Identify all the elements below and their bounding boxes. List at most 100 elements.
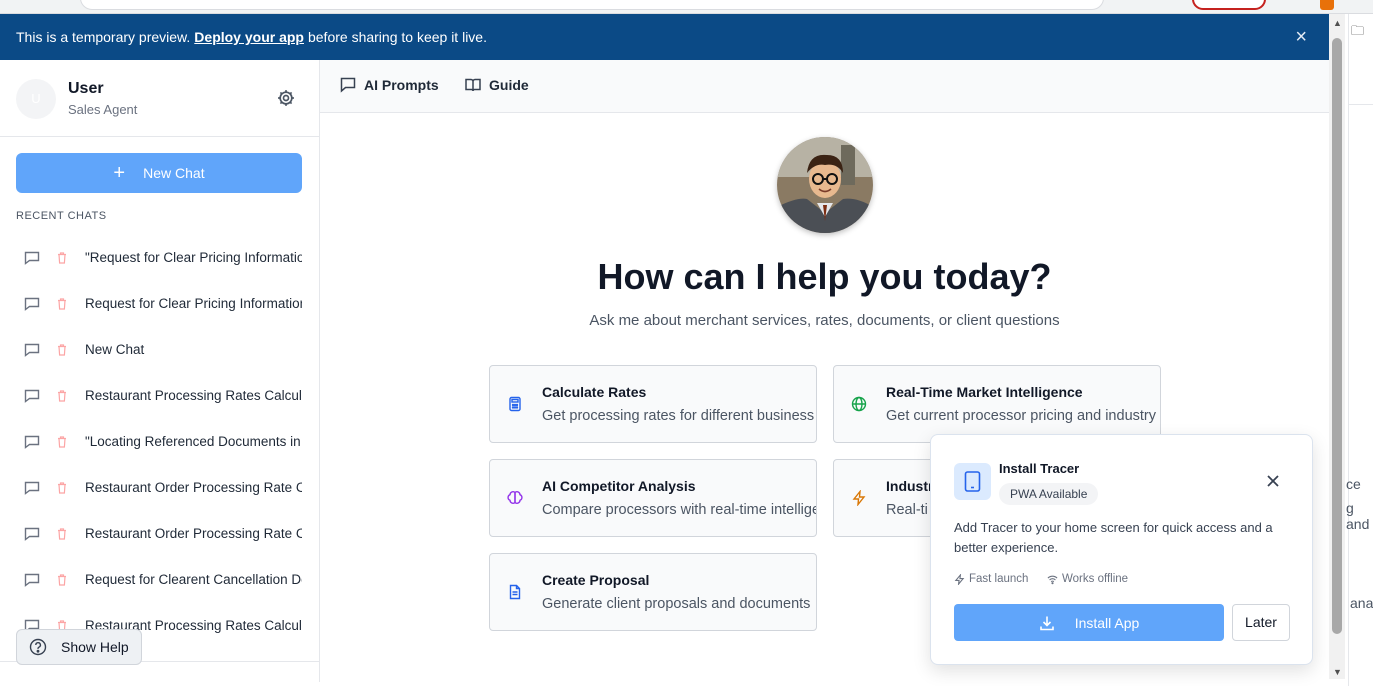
install-app-popup: Install Tracer PWA Available Add Tracer … bbox=[930, 434, 1313, 665]
phone-icon bbox=[964, 471, 981, 492]
nav-guide[interactable]: Guide bbox=[465, 77, 529, 93]
card-description: Real-ti bbox=[886, 502, 928, 518]
card-title: Real-Time Market Intelligence bbox=[886, 384, 1083, 400]
calculate-rates-card[interactable]: Calculate Rates Get processing rates for… bbox=[489, 365, 817, 443]
nav-guide-label: Guide bbox=[489, 77, 529, 93]
lightning-icon bbox=[852, 490, 866, 506]
chat-title: "Locating Referenced Documents in bbox=[85, 434, 301, 449]
extension-icon[interactable] bbox=[1320, 0, 1334, 10]
chat-title: "Request for Clear Pricing Information" bbox=[85, 250, 302, 265]
hidden-card-fragment: ce bbox=[1346, 476, 1361, 492]
banner-text-after: before sharing to keep it live. bbox=[307, 29, 487, 45]
competitor-analysis-card[interactable]: AI Competitor Analysis Compare processor… bbox=[489, 459, 817, 537]
folder-icon: 🗀 bbox=[1351, 23, 1365, 38]
browser-toolbar bbox=[0, 0, 1373, 14]
close-icon[interactable]: × bbox=[1295, 26, 1307, 49]
install-title: Install Tracer bbox=[999, 461, 1080, 476]
adjacent-window-edge: 🗀 bbox=[1348, 14, 1373, 686]
card-title: Create Proposal bbox=[542, 572, 650, 588]
trash-icon[interactable] bbox=[57, 344, 67, 356]
chat-list-item[interactable]: Request for Clearent Cancellation Docume… bbox=[0, 560, 319, 600]
chat-list-item[interactable]: Request for Clear Pricing Information bbox=[0, 284, 319, 324]
avatar: U bbox=[16, 79, 56, 119]
chat-list-item[interactable]: "Locating Referenced Documents in bbox=[0, 422, 319, 462]
chat-title: Request for Clear Pricing Information bbox=[85, 296, 302, 311]
pwa-badge: PWA Available bbox=[999, 483, 1099, 505]
user-role: Sales Agent bbox=[68, 102, 138, 117]
show-help-label: Show Help bbox=[61, 639, 129, 655]
sidebar: U User Sales Agent + New Chat RECENT CHA… bbox=[0, 60, 320, 682]
deploy-app-link[interactable]: Deploy your app bbox=[194, 29, 304, 45]
brain-icon bbox=[507, 491, 523, 504]
scrollbar-thumb[interactable] bbox=[1332, 38, 1342, 634]
preview-banner: This is a temporary preview. Deploy your… bbox=[0, 14, 1329, 60]
chat-title: Restaurant Processing Rates Calculation bbox=[85, 388, 302, 403]
install-app-label: Install App bbox=[1074, 614, 1140, 631]
chat-title: Restaurant Order Processing Rate Calcula… bbox=[85, 526, 302, 541]
market-intelligence-card[interactable]: Real-Time Market Intelligence Get curren… bbox=[833, 365, 1161, 443]
scroll-down-icon[interactable]: ▼ bbox=[1333, 667, 1342, 677]
chat-title: Request for Clearent Cancellation Docume… bbox=[85, 572, 302, 587]
recent-chats-heading: RECENT CHATS bbox=[16, 210, 107, 222]
gear-icon[interactable] bbox=[276, 88, 296, 108]
assistant-portrait-image bbox=[777, 137, 873, 233]
chat-list-item[interactable]: Restaurant Order Processing Rate Calcula… bbox=[0, 468, 319, 508]
chat-list-item[interactable]: Restaurant Order Processing Rate Calcula… bbox=[0, 514, 319, 554]
chat-bubble-icon bbox=[24, 527, 40, 541]
chat-bubble-icon bbox=[24, 297, 40, 311]
scroll-up-icon[interactable]: ▲ bbox=[1333, 18, 1342, 28]
nav-ai-prompts[interactable]: AI Prompts bbox=[340, 77, 439, 93]
trash-icon[interactable] bbox=[57, 574, 67, 586]
browser-profile-button[interactable] bbox=[1192, 0, 1266, 10]
address-bar[interactable] bbox=[80, 0, 1104, 10]
create-proposal-card[interactable]: Create Proposal Generate client proposal… bbox=[489, 553, 817, 631]
later-button[interactable]: Later bbox=[1232, 604, 1290, 641]
card-description: Generate client proposals and documents bbox=[542, 596, 811, 612]
chat-list-item[interactable]: "Request for Clear Pricing Information" bbox=[0, 238, 319, 278]
chat-bubble-icon bbox=[24, 481, 40, 495]
page-scrollbar[interactable]: ▲ ▼ bbox=[1329, 14, 1345, 679]
chat-list-item[interactable]: Restaurant Processing Rates Calculation bbox=[0, 376, 319, 416]
user-name: User bbox=[68, 80, 104, 97]
trash-icon[interactable] bbox=[57, 528, 67, 540]
card-description: Get current processor pricing and indust… bbox=[886, 408, 1160, 424]
new-chat-button[interactable]: + New Chat bbox=[16, 153, 302, 193]
card-title: Calculate Rates bbox=[542, 384, 647, 400]
feature-works-offline: Works offline bbox=[1047, 573, 1128, 585]
banner-text: This is a temporary preview. bbox=[16, 29, 191, 45]
divider bbox=[1349, 104, 1373, 105]
chat-bubble-icon bbox=[24, 389, 40, 403]
lightning-icon bbox=[954, 573, 965, 585]
feature-label: Works offline bbox=[1062, 573, 1129, 585]
phone-icon-container bbox=[954, 463, 991, 500]
trash-icon[interactable] bbox=[57, 252, 67, 264]
chat-bubble-icon bbox=[24, 573, 40, 587]
download-icon bbox=[1039, 616, 1054, 630]
nav-ai-prompts-label: AI Prompts bbox=[364, 77, 439, 93]
calculator-icon bbox=[509, 396, 521, 412]
book-icon bbox=[465, 78, 481, 92]
chat-bubble-icon bbox=[24, 343, 40, 357]
feature-label: Fast launch bbox=[969, 573, 1029, 585]
new-chat-label: New Chat bbox=[143, 165, 205, 181]
trash-icon[interactable] bbox=[57, 436, 67, 448]
chat-bubble-icon bbox=[24, 435, 40, 449]
page-subtitle: Ask me about merchant services, rates, d… bbox=[589, 312, 1060, 329]
install-app-button[interactable]: Install App bbox=[954, 604, 1224, 641]
card-title: AI Competitor Analysis bbox=[542, 478, 696, 494]
chat-list-item[interactable]: New Chat bbox=[0, 330, 319, 370]
hidden-card-fragment: g and bbox=[1346, 500, 1370, 532]
chat-bubble-icon bbox=[24, 251, 40, 265]
close-icon[interactable] bbox=[1265, 473, 1281, 489]
chat-bubble-icon bbox=[340, 77, 356, 93]
trash-icon[interactable] bbox=[57, 390, 67, 402]
page-title: How can I help you today? bbox=[597, 256, 1052, 297]
trash-icon[interactable] bbox=[57, 298, 67, 310]
trash-icon[interactable] bbox=[57, 482, 67, 494]
plus-icon: + bbox=[113, 161, 126, 184]
install-description: Add Tracer to your home screen for quick… bbox=[954, 520, 1273, 555]
document-icon bbox=[509, 584, 521, 600]
assistant-avatar bbox=[777, 137, 873, 233]
show-help-button[interactable]: Show Help bbox=[16, 629, 142, 665]
feature-fast-launch: Fast launch bbox=[954, 573, 1028, 585]
